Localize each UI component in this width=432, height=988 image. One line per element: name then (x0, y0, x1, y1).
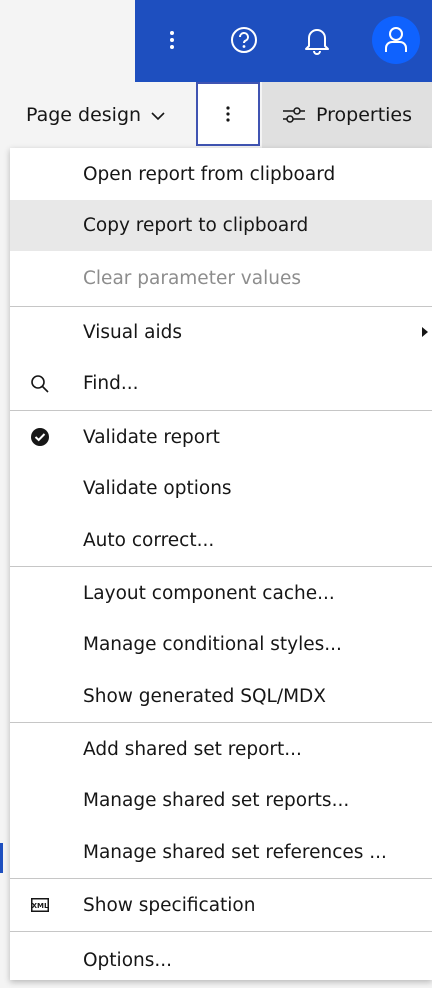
checkmark-filled-icon (24, 411, 56, 463)
avatar (372, 16, 420, 64)
menu-item-label: Open report from clipboard (83, 164, 336, 185)
overflow-menu: Open report from clipboard Copy report t… (10, 148, 432, 980)
menu-item-label: Show specification (83, 894, 256, 916)
menu-item-show-specification[interactable]: XML Show specification (10, 879, 432, 931)
menu-item-label: Auto correct... (83, 529, 215, 551)
chevron-down-icon (151, 111, 165, 120)
help-icon (231, 27, 257, 53)
page-design-label: Page design (26, 104, 142, 126)
menu-item-layout-component-cache[interactable]: Layout component cache... (10, 567, 432, 619)
caret-right-icon (422, 307, 428, 357)
menu-item-validate-options[interactable]: Validate options (10, 463, 432, 514)
toolbar: Page design Properties (0, 82, 432, 148)
menu-item-label: Layout component cache... (83, 582, 335, 604)
menu-item-label: Add shared set report... (83, 738, 302, 760)
menu-item-label: Show generated SQL/MDX (83, 685, 326, 707)
settings-adjust-icon (283, 107, 305, 123)
menu-item-auto-correct[interactable]: Auto correct... (10, 514, 432, 566)
menu-item-label: Validate report (83, 426, 220, 448)
menu-item-label: Visual aids (83, 321, 182, 343)
more-actions-button[interactable] (196, 82, 260, 146)
menu-item-label: Copy report to clipboard (83, 215, 309, 236)
menu-item-add-shared-set-report[interactable]: Add shared set report... (10, 723, 432, 775)
menu-item-label: Options... (83, 949, 173, 971)
menu-item-find[interactable]: Find... (10, 357, 432, 410)
menu-item-clear-parameter-values: Clear parameter values (10, 251, 432, 306)
menu-item-visual-aids[interactable]: Visual aids (10, 307, 432, 357)
menu-item-label: Manage shared set references ... (83, 841, 387, 863)
menu-item-manage-conditional-styles[interactable]: Manage conditional styles... (10, 619, 432, 670)
page-design-dropdown[interactable]: Page design (26, 82, 165, 148)
menu-item-show-generated-sql-mdx[interactable]: Show generated SQL/MDX (10, 670, 432, 722)
overflow-menu-icon (226, 106, 230, 122)
menu-item-open-report-from-clipboard[interactable]: Open report from clipboard (10, 149, 432, 200)
notification-icon (305, 29, 329, 55)
search-icon (24, 357, 56, 410)
menu-item-label: Clear parameter values (83, 268, 301, 289)
menu-item-validate-report[interactable]: Validate report (10, 411, 432, 463)
notifications-button[interactable] (293, 16, 341, 64)
menu-item-manage-shared-set-reports[interactable]: Manage shared set reports... (10, 775, 432, 826)
app-header (0, 0, 432, 82)
user-menu-button[interactable] (372, 16, 420, 64)
header-overflow-button[interactable] (148, 16, 196, 64)
menu-item-label: Manage shared set reports... (83, 790, 350, 811)
menu-item-label: Find... (83, 373, 139, 394)
properties-button[interactable]: Properties (262, 82, 432, 148)
menu-item-manage-shared-set-references[interactable]: Manage shared set references ... (10, 826, 432, 878)
user-icon (385, 27, 407, 52)
svg-text:XML: XML (32, 902, 49, 910)
xml-icon: XML (24, 879, 56, 931)
menu-item-label: Validate options (83, 478, 232, 499)
help-button[interactable] (220, 16, 268, 64)
menu-item-copy-report-to-clipboard[interactable]: Copy report to clipboard (10, 200, 432, 251)
properties-label: Properties (316, 104, 413, 126)
edge-indicator (0, 843, 3, 873)
overflow-menu-icon (170, 31, 174, 49)
menu-item-label: Manage conditional styles... (83, 634, 342, 655)
